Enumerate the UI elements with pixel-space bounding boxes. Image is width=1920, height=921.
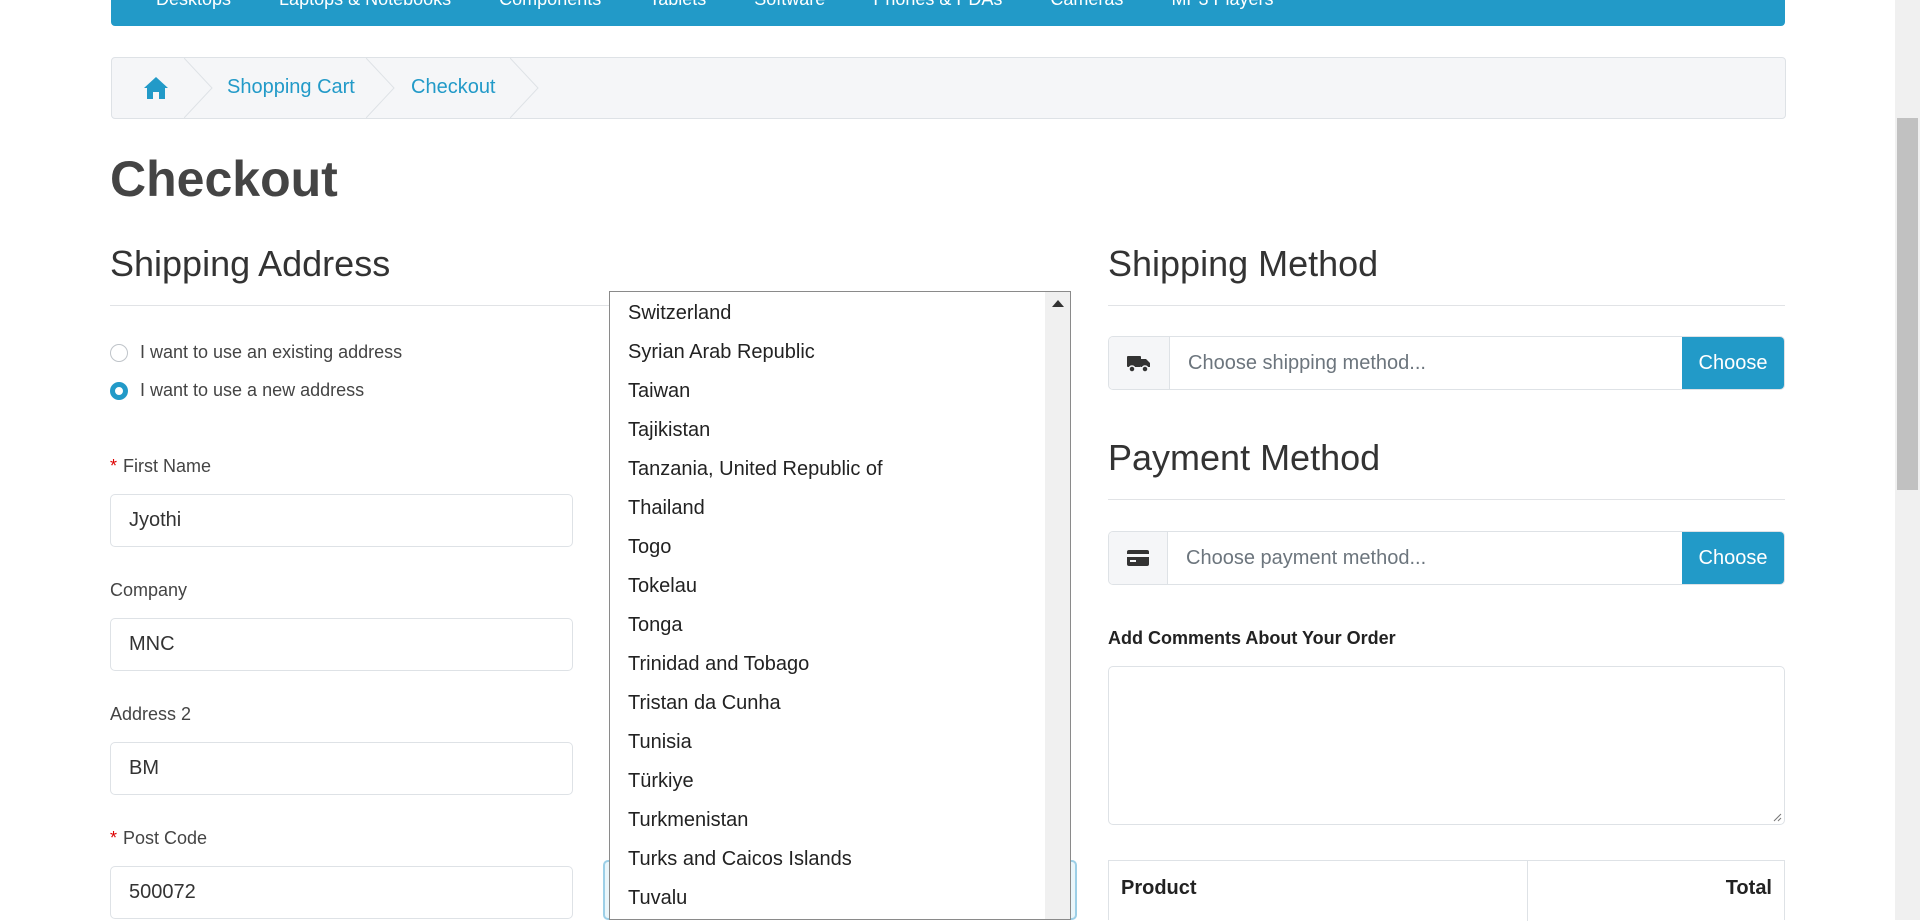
scroll-up-arrow-icon[interactable] [1052,300,1064,307]
menu-item-software[interactable]: Software [754,0,825,10]
country-option[interactable]: Tristan da Cunha [628,692,781,715]
menu-item-desktops[interactable]: Desktops [156,0,231,10]
home-icon[interactable] [142,74,170,102]
breadcrumb-separator [510,58,539,118]
required-mark: * [110,456,118,476]
address2-label: Address 2 [110,704,192,724]
dropdown-scrollbar[interactable] [1045,292,1070,919]
radio-existing-address[interactable]: I want to use an existing address [110,342,402,363]
radio-button[interactable] [110,343,128,362]
country-option[interactable]: Turkmenistan [628,809,748,832]
postcode-input[interactable]: 500072 [110,866,573,919]
divider [1108,305,1785,306]
country-option[interactable]: Trinidad and Tobago [628,653,809,676]
payment-method-title: Payment Method [1108,437,1381,478]
choose-payment-button[interactable]: Choose [1682,532,1784,584]
first-name-label: * First Name [110,456,211,477]
required-mark: * [110,828,118,848]
radio-label: I want to use a new address [140,380,365,400]
comments-textarea[interactable] [1108,666,1785,825]
country-option[interactable]: Tajikistan [628,419,710,442]
choose-shipping-button[interactable]: Choose [1682,337,1784,389]
menu-item-tablets[interactable]: Tablets [649,0,706,10]
country-option[interactable]: Turks and Caicos Islands [628,848,852,871]
country-option[interactable]: Tanzania, United Republic of [628,458,883,481]
page-scrollbar-thumb[interactable] [1897,118,1918,490]
country-option[interactable]: Switzerland [628,302,731,325]
column-header-total: Total [1725,877,1772,899]
top-menu-bar: Desktops Laptops & Notebooks Components … [111,0,1785,26]
country-option[interactable]: Tokelau [628,575,697,598]
truck-icon [1109,337,1170,389]
radio-new-address[interactable]: I want to use a new address [110,380,364,401]
country-option[interactable]: Thailand [628,497,705,520]
payment-method-input[interactable]: Choose payment method... [1168,532,1682,584]
breadcrumb-separator [366,58,395,118]
country-option[interactable]: Syrian Arab Republic [628,341,815,364]
shipping-method-group: Choose shipping method... Choose [1108,336,1785,390]
country-option[interactable]: Taiwan [628,380,690,403]
menu-item-phones[interactable]: Phones & PDAs [873,0,1002,10]
breadcrumb-shopping-cart[interactable]: Shopping Cart [227,76,355,99]
resize-handle-icon[interactable] [1772,812,1782,822]
radio-button-selected[interactable] [110,381,128,400]
shipping-method-input[interactable]: Choose shipping method... [1170,337,1682,389]
first-name-input[interactable]: Jyothi [110,494,573,547]
breadcrumb: Shopping Cart Checkout [111,57,1786,119]
country-option[interactable]: Tunisia [628,731,692,754]
country-dropdown-list[interactable]: Switzerland Syrian Arab Republic Taiwan … [609,291,1071,920]
payment-method-group: Choose payment method... Choose [1108,531,1785,585]
country-option[interactable]: Tonga [628,614,683,637]
company-label: Company [110,580,188,600]
column-header-product: Product [1121,877,1197,899]
menu-item-mp3[interactable]: MP3 Players [1171,0,1273,10]
comments-label: Add Comments About Your Order [1108,628,1396,648]
credit-card-icon [1109,532,1168,584]
country-option[interactable]: Türkiye [628,770,694,793]
divider [110,305,610,306]
shipping-method-title: Shipping Method [1108,243,1379,284]
country-option[interactable]: Togo [628,536,671,559]
first-name-label-text: First Name [123,456,212,476]
radio-label: I want to use an existing address [140,342,403,362]
breadcrumb-checkout[interactable]: Checkout [411,76,496,99]
postcode-label: * Post Code [110,828,207,849]
page-title: Checkout [110,151,338,207]
menu-item-cameras[interactable]: Cameras [1050,0,1123,10]
postcode-label-text: Post Code [123,828,208,848]
company-input[interactable]: MNC [110,618,573,671]
breadcrumb-separator [184,58,213,118]
shipping-address-title: Shipping Address [110,243,391,284]
order-summary-table: Product Total [1108,860,1785,921]
menu-item-components[interactable]: Components [499,0,601,10]
column-divider [1527,861,1528,921]
menu-item-laptops[interactable]: Laptops & Notebooks [279,0,451,10]
country-option[interactable]: Tuvalu [628,887,687,910]
divider [1108,499,1785,500]
address2-input[interactable]: BM [110,742,573,795]
